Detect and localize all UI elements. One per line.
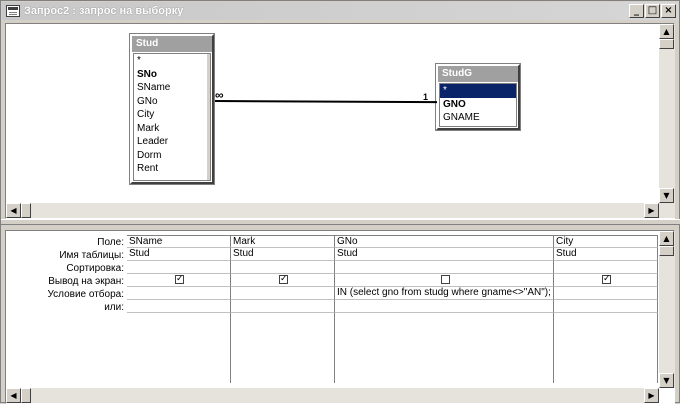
show-checkbox[interactable] <box>602 273 611 285</box>
grid-row-labels: Поле: Имя таблицы: Сортировка: Вывод на … <box>6 236 126 314</box>
grid-table-cell[interactable]: Stud <box>231 248 335 261</box>
row-label-sort: Сортировка: <box>66 263 124 274</box>
vertical-scroll-thumb[interactable] <box>659 39 674 49</box>
row-label-criteria: Условие отбора: <box>47 289 124 300</box>
design-grid-pane[interactable]: Поле: Имя таблицы: Сортировка: Вывод на … <box>5 230 675 404</box>
row-label-field: Поле: <box>97 237 124 248</box>
grid-field-cell[interactable]: City <box>554 235 658 248</box>
field-stud-leader[interactable]: Leader <box>134 135 210 149</box>
grid-field-cell[interactable]: SName <box>127 235 231 248</box>
field-stud-all[interactable]: * <box>134 54 210 68</box>
minimize-button[interactable]: _ <box>629 4 644 18</box>
grid-vertical-scroll-thumb[interactable] <box>659 246 674 256</box>
table-stud[interactable]: Stud * SNo SName GNo City Mark Leader Do… <box>129 33 215 185</box>
grid-or-cell[interactable] <box>554 300 658 313</box>
field-studg-gname[interactable]: GNAME <box>440 111 516 125</box>
row-label-show: Вывод на экран: <box>48 276 124 287</box>
field-stud-sno[interactable]: SNo <box>134 68 210 82</box>
grid-column[interactable]: SName Stud <box>127 235 231 383</box>
grid-horizontal-scroll-thumb[interactable] <box>21 388 31 403</box>
grid-or-cell[interactable] <box>335 300 554 313</box>
grid-scroll-up-icon[interactable]: ▲ <box>659 231 674 246</box>
horizontal-scroll-thumb[interactable] <box>21 203 31 218</box>
scroll-down-icon[interactable]: ▼ <box>659 188 674 203</box>
close-button[interactable]: × <box>661 4 676 18</box>
scroll-left-icon[interactable]: ◀ <box>6 203 21 218</box>
grid-vertical-scrollbar[interactable]: ▲ ▼ <box>659 231 675 388</box>
grid-scroll-down-icon[interactable]: ▼ <box>659 373 674 388</box>
grid-criteria-cell[interactable] <box>231 287 335 300</box>
grid-empty-cell[interactable] <box>554 313 658 383</box>
table-pane-horizontal-scrollbar[interactable]: ◀ ▶ <box>6 203 659 218</box>
row-label-or: или: <box>104 302 124 313</box>
scroll-right-icon[interactable]: ▶ <box>644 203 659 218</box>
grid-show-cell[interactable] <box>554 273 658 287</box>
table-pane-vertical-scrollbar[interactable]: ▲ ▼ <box>659 24 675 218</box>
grid-field-cell[interactable]: Mark <box>231 235 335 248</box>
relationship-line[interactable] <box>214 100 438 104</box>
grid-table-cell[interactable]: Stud <box>554 248 658 261</box>
pane-splitter[interactable] <box>1 219 680 225</box>
grid-field-cell[interactable]: GNo <box>335 235 554 248</box>
table-stud-scrollbar[interactable] <box>207 54 210 180</box>
scroll-up-icon[interactable]: ▲ <box>659 24 674 39</box>
field-stud-dorm[interactable]: Dorm <box>134 149 210 163</box>
grid-table-cell[interactable]: Stud <box>335 248 554 261</box>
grid-column[interactable]: City Stud <box>554 235 658 383</box>
window-title: Запрос2 : запрос на выборку <box>24 5 184 17</box>
field-stud-mark[interactable]: Mark <box>134 122 210 136</box>
field-stud-city[interactable]: City <box>134 108 210 122</box>
grid-or-cell[interactable] <box>231 300 335 313</box>
grid-scroll-right-icon[interactable]: ▶ <box>644 388 659 403</box>
grid-empty-cell[interactable] <box>335 313 554 383</box>
grid-criteria-cell[interactable] <box>554 287 658 300</box>
row-label-table: Имя таблицы: <box>59 250 124 261</box>
window-controls: _ □ × <box>628 4 676 18</box>
maximize-button[interactable]: □ <box>645 4 660 18</box>
table-stud-fields: * SNo SName GNo City Mark Leader Dorm Re… <box>133 53 211 181</box>
grid-table-cell[interactable]: Stud <box>127 248 231 261</box>
field-studg-all[interactable]: * <box>440 84 516 98</box>
field-stud-rent[interactable]: Rent <box>134 162 210 176</box>
grid-column[interactable]: Mark Stud <box>231 235 335 383</box>
table-stud-title[interactable]: Stud <box>132 36 212 52</box>
grid-show-cell[interactable] <box>127 273 231 287</box>
table-studg-fields: * GNO GNAME <box>439 83 517 127</box>
grid-criteria-cell[interactable]: IN (select gno from studg where gname<>"… <box>335 287 554 300</box>
grid-scroll-left-icon[interactable]: ◀ <box>6 388 21 403</box>
grid-horizontal-scrollbar[interactable]: ◀ ▶ <box>6 388 659 403</box>
field-stud-sname[interactable]: SName <box>134 81 210 95</box>
field-stud-gno[interactable]: GNo <box>134 95 210 109</box>
grid-column[interactable]: GNo Stud IN (select gno from studg where… <box>335 235 554 383</box>
show-checkbox[interactable] <box>175 273 184 285</box>
field-studg-gno[interactable]: GNO <box>440 98 516 112</box>
grid-empty-cell[interactable] <box>127 313 231 383</box>
table-studg-title[interactable]: StudG <box>438 66 518 82</box>
grid-sort-cell[interactable] <box>335 261 554 274</box>
title-bar: Запрос2 : запрос на выборку _ □ × <box>2 2 679 20</box>
grid-show-cell[interactable] <box>335 274 554 287</box>
table-studg[interactable]: StudG * GNO GNAME <box>435 63 521 131</box>
grid-criteria-cell[interactable] <box>127 287 231 300</box>
relationship-one-label: 1 <box>423 92 429 102</box>
show-checkbox[interactable] <box>440 274 450 284</box>
show-checkbox[interactable] <box>279 273 288 285</box>
grid-empty-cell[interactable] <box>231 313 335 383</box>
relationship-many-label: ∞ <box>215 88 224 102</box>
query-design-window: Запрос2 : запрос на выборку _ □ × Stud *… <box>0 0 680 404</box>
grid-or-cell[interactable] <box>127 300 231 313</box>
grid-show-cell[interactable] <box>231 273 335 287</box>
table-pane[interactable]: Stud * SNo SName GNo City Mark Leader Do… <box>5 23 675 219</box>
query-icon <box>6 5 20 17</box>
